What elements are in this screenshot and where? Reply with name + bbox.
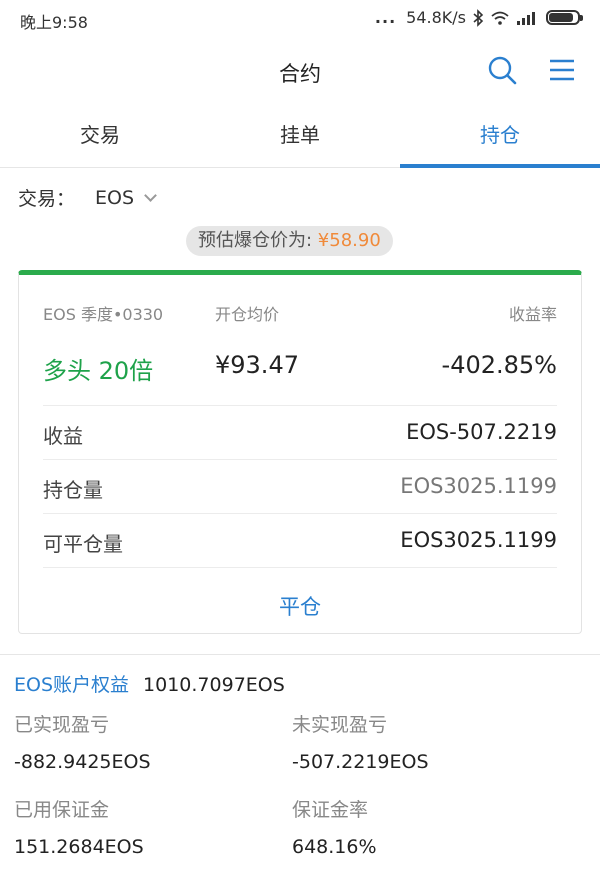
tab-orders[interactable]: 挂单 [200, 106, 400, 168]
chevron-down-icon [144, 189, 157, 202]
row-holding: 持仓量 EOS3025.1199 [43, 459, 557, 513]
contract-name: EOS 季度•0330 [43, 305, 164, 324]
liquidation-label: 预估爆仓价为: [198, 230, 318, 251]
bluetooth-icon [473, 8, 484, 27]
account-equity-label: EOS账户权益 [14, 674, 130, 696]
close-position-button[interactable]: 平仓 [19, 591, 581, 621]
avg-price-label: 开仓均价 [215, 305, 280, 324]
account-equity: EOS账户权益 1010.7097EOS [14, 670, 285, 697]
row-value: EOS3025.1199 [400, 474, 557, 498]
margin-rate-value: 648.16% [292, 836, 377, 858]
wifi-icon [491, 11, 509, 25]
unrealized-pnl-value: -507.2219EOS [292, 751, 429, 773]
notification-dots: ... [374, 8, 397, 27]
menu-icon[interactable] [546, 54, 578, 86]
row-profit: 收益 EOS-507.2219 [43, 405, 557, 459]
network-speed: 54.8K/s [406, 8, 466, 27]
position-card: EOS 季度•0330 开仓均价 收益率 多头 20倍 ¥93.47 -402.… [18, 270, 582, 634]
divider [43, 567, 557, 568]
trade-selector[interactable]: 交易： EOS [18, 184, 157, 211]
divider [0, 654, 600, 655]
avg-price-value: ¥93.47 [215, 351, 299, 379]
nav-bar: 合约 [0, 40, 600, 100]
realized-pnl-value: -882.9425EOS [14, 751, 151, 773]
row-label: 持仓量 [43, 478, 103, 502]
battery-icon [546, 10, 583, 25]
realized-pnl-label: 已实现盈亏 [14, 714, 110, 736]
row-closable: 可平仓量 EOS3025.1199 [43, 513, 557, 567]
search-icon[interactable] [486, 54, 518, 86]
yield-label: 收益率 [508, 305, 557, 324]
active-tab-indicator [400, 164, 600, 168]
liquidation-price-badge: 预估爆仓价为: ¥58.90 [186, 226, 393, 256]
tab-bar: 交易 挂单 持仓 [0, 106, 600, 168]
tab-positions[interactable]: 持仓 [400, 106, 600, 168]
tab-trade[interactable]: 交易 [0, 106, 200, 168]
liquidation-price: ¥58.90 [317, 230, 381, 251]
used-margin-label: 已用保证金 [14, 799, 110, 821]
unrealized-pnl-label: 未实现盈亏 [292, 714, 388, 736]
status-time: 晚上9:58 [20, 13, 88, 32]
account-equity-value: 1010.7097EOS [143, 674, 285, 696]
row-label: 收益 [43, 424, 83, 448]
row-label: 可平仓量 [43, 532, 123, 556]
position-side: 多头 20倍 [43, 357, 154, 385]
status-right: ... 54.8K/s [374, 8, 583, 27]
row-value: EOS3025.1199 [400, 528, 557, 552]
status-bar: 晚上9:58 ... 54.8K/s [0, 0, 600, 36]
margin-rate-label: 保证金率 [292, 799, 369, 821]
yield-value: -402.85% [441, 351, 557, 379]
signal-icon [517, 11, 535, 25]
row-value: EOS-507.2219 [406, 420, 557, 444]
used-margin-value: 151.2684EOS [14, 836, 144, 858]
trade-value: EOS [95, 186, 135, 209]
trade-label: 交易： [18, 188, 76, 210]
